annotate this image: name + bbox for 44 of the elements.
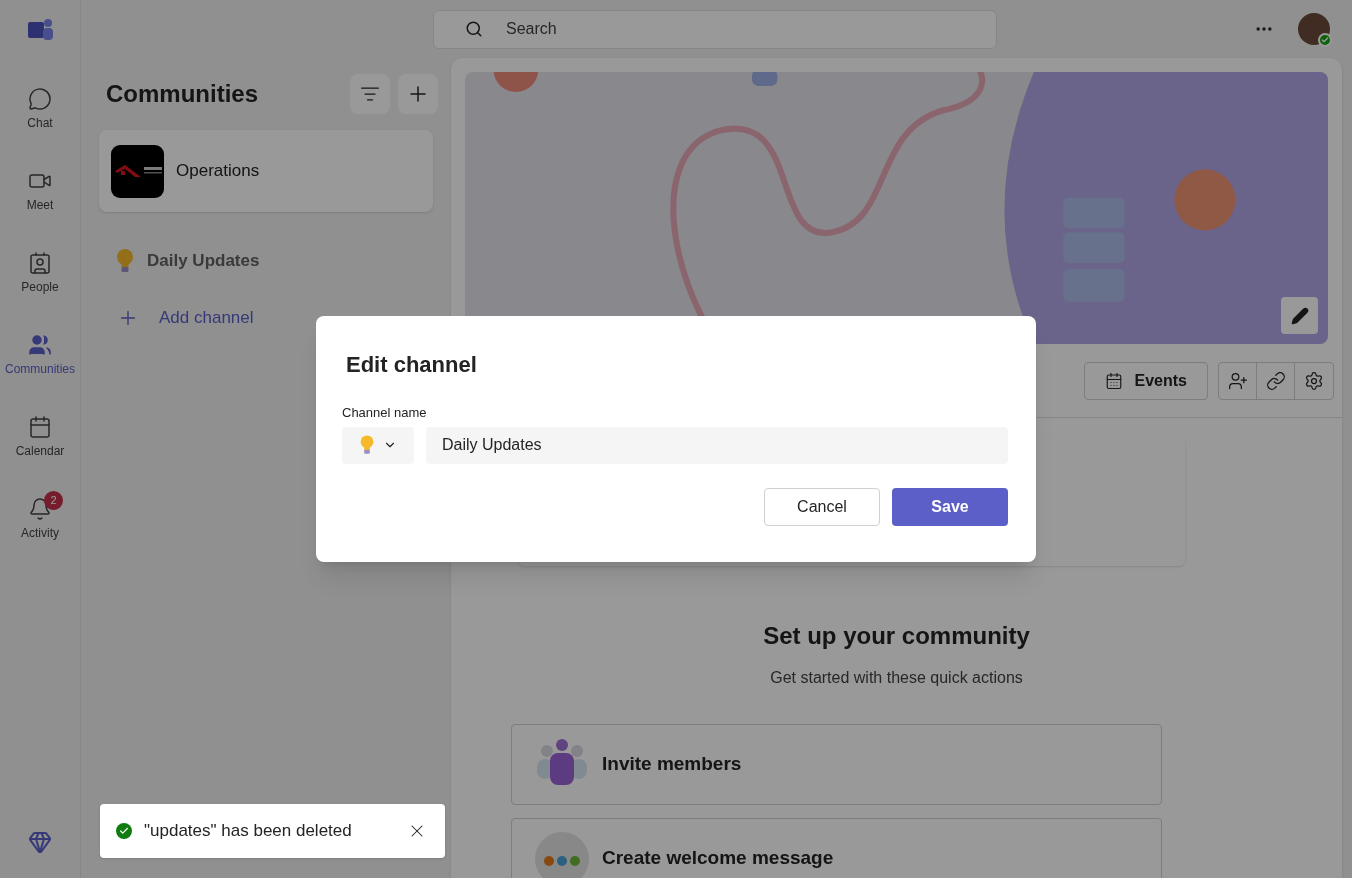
search-icon bbox=[465, 19, 483, 38]
channel-item[interactable]: Daily Updates bbox=[99, 232, 433, 289]
nav-item[interactable]: Meet bbox=[1, 150, 79, 232]
action-card[interactable]: Create welcome message bbox=[511, 818, 1162, 878]
calendar-icon bbox=[28, 415, 52, 439]
add-person-icon bbox=[1227, 370, 1248, 391]
panel-title: Communities bbox=[106, 79, 258, 109]
link-icon bbox=[1265, 370, 1286, 391]
setup-title: Set up your community bbox=[763, 621, 1030, 651]
search-field[interactable]: Search bbox=[433, 9, 997, 49]
channel-name-field[interactable]: Daily Updates bbox=[426, 426, 1008, 464]
settings-icon bbox=[1304, 370, 1324, 391]
edit-banner-button[interactable] bbox=[1281, 297, 1318, 334]
chat-icon bbox=[28, 87, 52, 111]
action-card[interactable]: Invite members bbox=[511, 724, 1162, 805]
save-button[interactable]: Save bbox=[892, 487, 1008, 526]
toast-message: "updates" has been deleted bbox=[144, 820, 353, 843]
diamond-icon[interactable] bbox=[28, 830, 52, 854]
bell-icon bbox=[28, 497, 52, 521]
add-button[interactable] bbox=[398, 74, 438, 114]
nav-item[interactable]: Activity 2 bbox=[1, 478, 79, 560]
events-button[interactable]: Events bbox=[1083, 361, 1208, 400]
calendar-icon bbox=[1104, 371, 1123, 390]
community-name: Operations bbox=[176, 160, 260, 183]
people-icon bbox=[28, 333, 52, 357]
contact-card-icon bbox=[28, 251, 52, 275]
avatar[interactable] bbox=[1298, 13, 1330, 45]
field-label: Channel name bbox=[342, 404, 428, 422]
add-channel-link[interactable]: Add channel bbox=[99, 289, 433, 346]
community-card[interactable]: Operations bbox=[99, 130, 433, 212]
lightbulb-icon bbox=[115, 246, 135, 275]
chat-dots-illustration bbox=[534, 830, 590, 878]
community-logo bbox=[111, 144, 164, 198]
dialog-title: Edit channel bbox=[346, 351, 478, 379]
cancel-button[interactable]: Cancel bbox=[764, 487, 880, 526]
lightbulb-icon bbox=[359, 433, 375, 457]
filter-button[interactable] bbox=[350, 74, 390, 114]
pencil-icon bbox=[1290, 306, 1309, 325]
nav-item[interactable]: People bbox=[1, 232, 79, 314]
nav-item[interactable]: Communities bbox=[1, 314, 79, 396]
setup-subtitle: Get started with these quick actions bbox=[770, 668, 1023, 688]
notification-badge: 2 bbox=[44, 491, 63, 510]
nav-item[interactable]: Calendar bbox=[1, 396, 79, 478]
nav-item[interactable]: Chat bbox=[1, 68, 79, 150]
